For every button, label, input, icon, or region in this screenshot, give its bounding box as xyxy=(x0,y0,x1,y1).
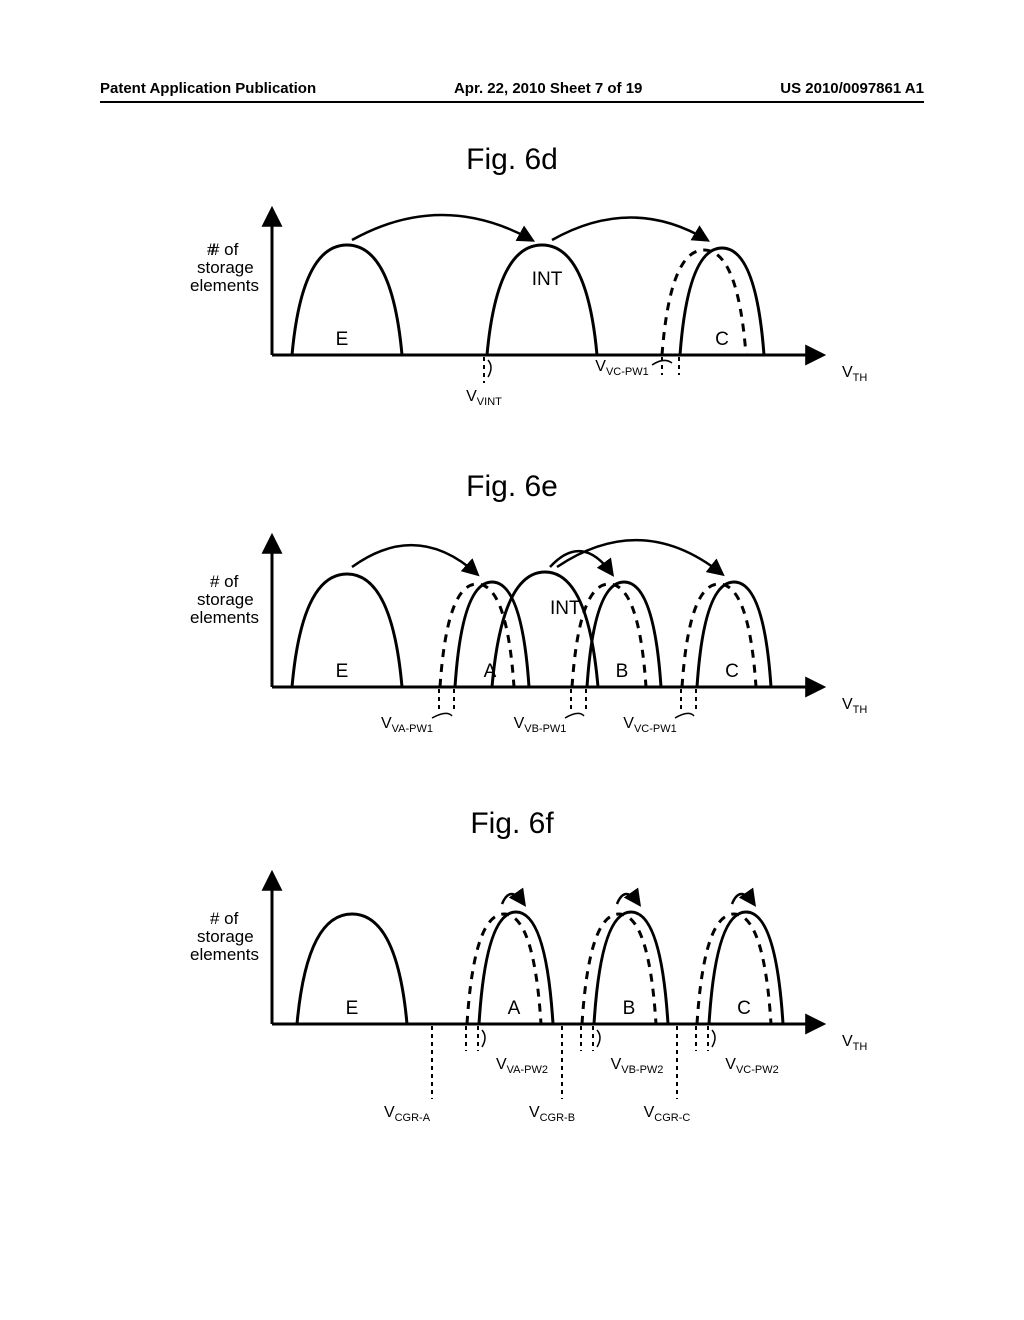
tick-label-va2: VVA-PW2 xyxy=(496,1056,548,1076)
figure-6e-svg: # of storage elements E INT A B C xyxy=(152,512,872,762)
tick-vb-brace xyxy=(565,713,584,718)
state-label-INT: INT xyxy=(550,598,581,619)
state-label-A: A xyxy=(508,998,521,1019)
tick-vc-bracket xyxy=(652,360,672,365)
arrow-A-shift xyxy=(502,894,524,904)
state-label-A: A xyxy=(484,661,497,682)
tick-label-vint: VVINT xyxy=(466,388,502,408)
dist-C-dashed xyxy=(662,250,746,355)
figure-6f: Fig. 6f # of storage elements E A xyxy=(100,807,924,1149)
tick-label-vc2: VVC-PW2 xyxy=(725,1056,778,1076)
dist-A-dashed xyxy=(467,914,541,1024)
arrow-B-shift xyxy=(617,894,639,904)
figure-6d: Fig. 6d # # of storage elements E xyxy=(100,143,924,425)
state-label-E: E xyxy=(336,661,349,682)
state-label-B: B xyxy=(623,998,636,1019)
x-axis-label: VTH xyxy=(842,696,867,716)
state-label-C: C xyxy=(715,329,729,350)
arrow-INT-C xyxy=(557,540,722,574)
tick-vb2-hook xyxy=(597,1030,600,1047)
tick-label-vb: VVB-PW1 xyxy=(514,715,567,735)
tick-va-brace xyxy=(432,713,452,718)
tick-label-vc: VVC-PW1 xyxy=(595,358,648,378)
y-axis-label-text: # of storage elements xyxy=(190,240,259,295)
dist-B-dashed xyxy=(582,914,656,1024)
tick-label-cgrA: VCGR-A xyxy=(384,1104,431,1124)
state-label-E: E xyxy=(346,998,359,1019)
dist-C-dashed xyxy=(682,584,756,687)
state-label-C: C xyxy=(725,661,739,682)
tick-label-va: VVA-PW1 xyxy=(381,715,433,735)
x-axis-label: VTH xyxy=(842,1033,867,1053)
header-left: Patent Application Publication xyxy=(100,80,316,97)
x-axis-label: VTH xyxy=(842,364,867,384)
tick-label-vb2: VVB-PW2 xyxy=(611,1056,664,1076)
state-label-B: B xyxy=(616,661,629,682)
dist-INT xyxy=(487,245,597,355)
arrow-INT-C xyxy=(552,218,707,241)
tick-vint-hook xyxy=(488,360,491,377)
tick-label-cgrC: VCGR-C xyxy=(644,1104,691,1124)
state-label-E: E xyxy=(336,329,349,350)
dist-B-dashed xyxy=(572,584,646,687)
arrow-C-shift xyxy=(732,894,754,904)
tick-label-cgrB: VCGR-B xyxy=(529,1104,575,1124)
page: Patent Application Publication Apr. 22, … xyxy=(100,80,924,1194)
dist-C-dashed xyxy=(697,914,771,1024)
figure-6f-svg: # of storage elements E A B C xyxy=(152,849,872,1149)
page-header: Patent Application Publication Apr. 22, … xyxy=(100,80,924,103)
tick-va2-hook xyxy=(482,1030,485,1047)
dist-A-dashed xyxy=(440,584,514,687)
header-center: Apr. 22, 2010 Sheet 7 of 19 xyxy=(454,80,642,97)
figure-6f-title: Fig. 6f xyxy=(100,807,924,841)
header-right: US 2010/0097861 A1 xyxy=(780,80,924,97)
arrow-E-INT xyxy=(352,215,532,240)
figure-6e-title: Fig. 6e xyxy=(100,470,924,504)
tick-vc2-hook xyxy=(712,1030,715,1047)
figure-6d-svg: # # of storage elements E INT C V xyxy=(152,185,872,425)
y-axis-label: # of storage elements xyxy=(190,909,259,964)
figure-6d-title: Fig. 6d xyxy=(100,143,924,177)
state-label-INT: INT xyxy=(532,269,563,290)
figure-6e: Fig. 6e # of storage elements E INT xyxy=(100,470,924,762)
arrow-E-A xyxy=(352,545,477,574)
state-label-C: C xyxy=(737,998,751,1019)
y-axis-label: # of storage elements xyxy=(190,572,259,627)
tick-vc-brace xyxy=(675,713,694,718)
tick-label-vc: VVC-PW1 xyxy=(623,715,676,735)
